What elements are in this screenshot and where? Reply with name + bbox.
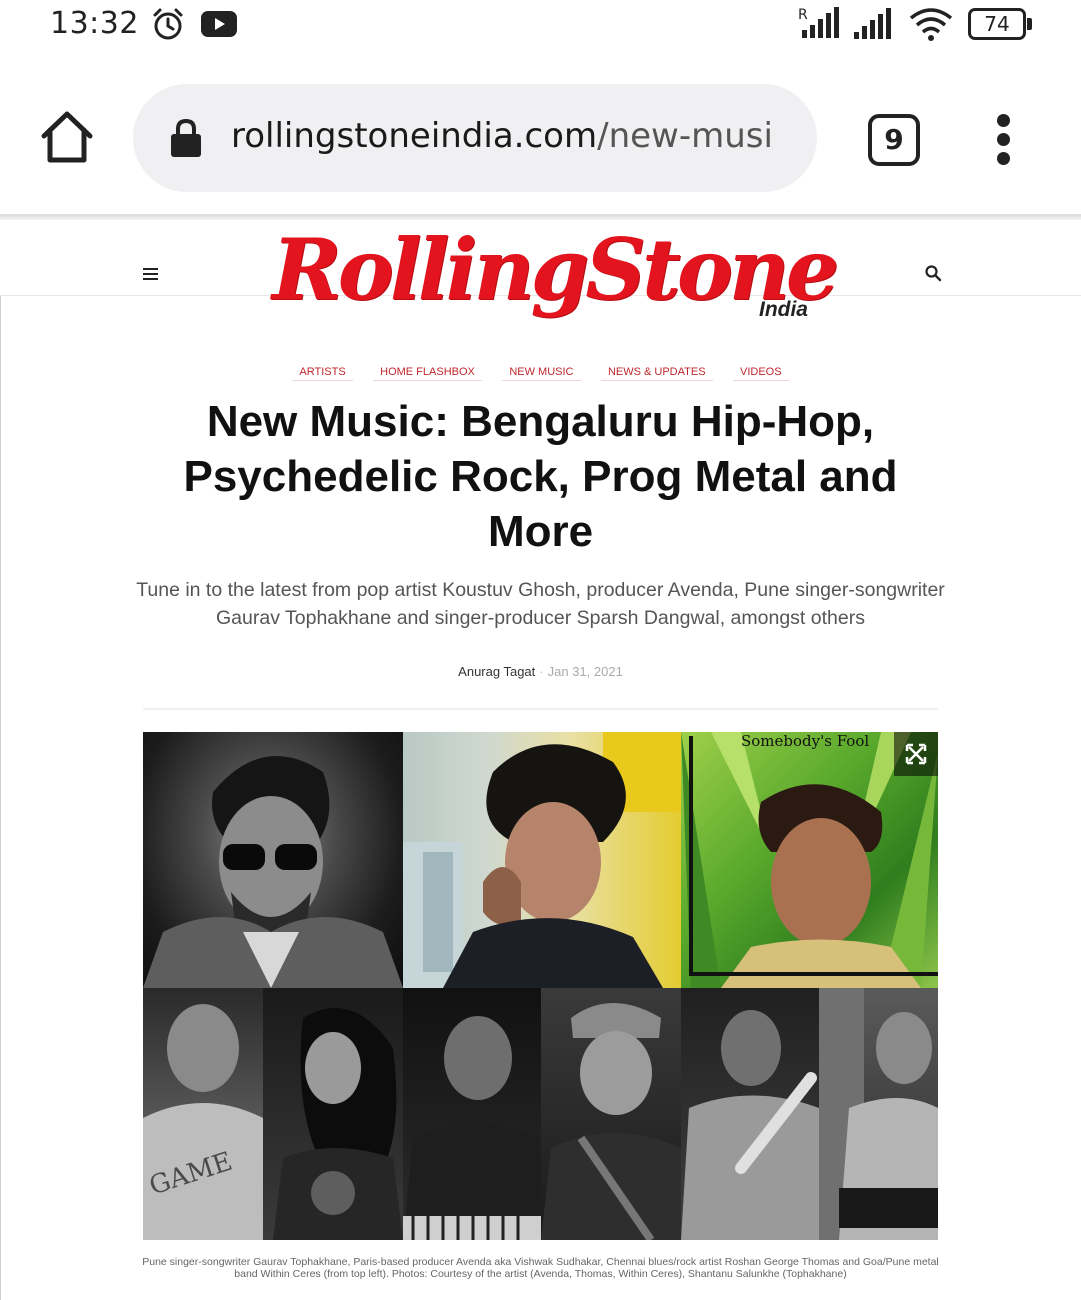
photo-band-member-1: GAME: [143, 988, 263, 1240]
logo-wordmark: RollingStone: [272, 220, 839, 319]
youtube-icon: [201, 11, 237, 37]
photo-avenda: [403, 732, 681, 988]
wifi-icon: [909, 8, 953, 41]
featured-image[interactable]: Somebody's Fool GAME: [143, 732, 938, 1240]
browser-toolbar: rollingstoneindia.com/new-musi 9: [0, 56, 1081, 216]
url-domain: rollingstoneindia.com: [231, 116, 598, 156]
photo-band-member-5: [681, 988, 819, 1240]
logo-edition: India: [758, 298, 808, 321]
status-bar: 13:32 R 74: [0, 0, 1081, 56]
tab-switcher-button[interactable]: 9: [868, 114, 920, 166]
photo-roshan-george-thomas: Somebody's Fool: [681, 732, 938, 988]
divider: [143, 708, 938, 710]
search-icon[interactable]: [924, 264, 942, 282]
signal-roaming-icon: R: [798, 7, 839, 38]
photo-band-member-4: [541, 988, 681, 1240]
article-subtitle: Tune in to the latest from pop artist Ko…: [136, 579, 945, 629]
url-path: /new-musi: [597, 116, 773, 156]
site-logo[interactable]: RollingStone India: [272, 220, 839, 330]
address-bar[interactable]: rollingstoneindia.com/new-musi: [133, 84, 817, 192]
category-tags: ARTISTS HOME FLASHBOX NEW MUSIC NEWS & U…: [0, 362, 1081, 382]
category-tag-new-music[interactable]: NEW MUSIC: [502, 364, 581, 381]
publish-date: Jan 31, 2021: [547, 664, 623, 679]
article-title: New Music: Bengaluru Hip-Hop, Psychedeli…: [183, 397, 898, 556]
svg-text:R: R: [798, 7, 808, 23]
hamburger-menu-icon[interactable]: [143, 268, 158, 280]
alarm-clock-icon: [153, 8, 183, 40]
photo-gaurav-tophakhane: [143, 732, 403, 988]
author-name[interactable]: Anurag Tagat: [458, 664, 535, 679]
url-text[interactable]: rollingstoneindia.com/new-musi: [231, 116, 773, 156]
category-tag-artists[interactable]: ARTISTS: [292, 364, 353, 381]
battery-indicator: 74: [968, 8, 1032, 40]
overflow-menu-icon[interactable]: [990, 112, 1018, 168]
expand-icon[interactable]: [894, 732, 938, 776]
category-tag-home-flashbox[interactable]: HOME FLASHBOX: [373, 364, 482, 381]
page-edge: [0, 296, 1, 1300]
photo-band-member-3: [403, 988, 541, 1240]
article-byline: Anurag Tagat · Jan 31, 2021: [458, 664, 623, 679]
status-time: 13:32: [50, 6, 139, 41]
lock-icon: [171, 118, 201, 157]
battery-level: 74: [968, 8, 1026, 40]
site-header: RollingStone India: [0, 220, 1081, 321]
photo-band-member-2: [263, 988, 403, 1240]
photo-band-member-6: [819, 988, 938, 1240]
album-art-text: Somebody's Fool: [741, 732, 870, 750]
category-tag-videos[interactable]: VIDEOS: [733, 364, 789, 381]
home-icon[interactable]: [38, 108, 96, 166]
image-caption: Pune singer-songwriter Gaurav Tophakhane…: [142, 1256, 939, 1280]
signal-icon: [854, 8, 891, 39]
category-tag-news-updates[interactable]: NEWS & UPDATES: [600, 364, 713, 381]
